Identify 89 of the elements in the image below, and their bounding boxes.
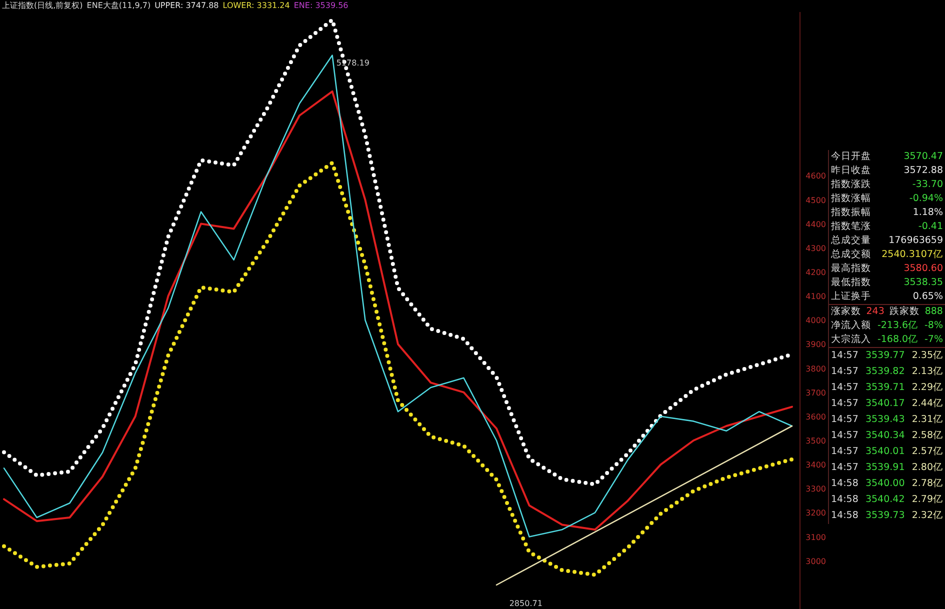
axis-label: 3800 [806, 364, 826, 374]
axis-label: 4000 [806, 316, 826, 326]
stat-value: 2540.3107亿 [882, 248, 943, 262]
stat-label: 今日开盘 [831, 150, 871, 164]
stat-label: 跌家数 [890, 305, 920, 319]
tick-time: 14:58 [831, 477, 858, 491]
axis-label: 3600 [806, 412, 826, 422]
stat-label: 指数笔涨 [831, 220, 871, 234]
tick-price: 3540.00 [865, 477, 905, 491]
stat-value: 1.18% [912, 206, 943, 220]
axis-label: 3200 [806, 508, 826, 518]
tick-amount: 2.80亿 [912, 461, 943, 475]
stat-value: -0.41 [918, 220, 943, 234]
price-label: 5178.19 [336, 58, 370, 68]
price-label: 2850.71 [509, 599, 542, 608]
flow-amount: -213.6亿 [877, 319, 918, 333]
stat-value: 3580.60 [904, 262, 943, 276]
axis-label: 3500 [806, 436, 826, 446]
stat-label: 涨家数 [831, 305, 861, 319]
tick-time: 14:57 [831, 413, 858, 427]
tick-time: 14:57 [831, 461, 858, 475]
stat-label: 总成交额 [831, 248, 871, 262]
stat-value: -0.94% [909, 192, 943, 206]
axis-label: 3400 [806, 460, 826, 470]
chart-title: LOWER: 3331.24 [222, 0, 290, 12]
tick-time: 14:57 [831, 429, 858, 443]
flow-amount: -168.0亿 [877, 333, 918, 347]
stat-label: 大宗流入 [831, 333, 871, 347]
stat-label: 最高指数 [831, 262, 871, 276]
tick-price: 3539.82 [865, 365, 905, 379]
stat-value: 3572.88 [904, 164, 943, 178]
up-count: 243 [866, 305, 884, 319]
tick-amount: 2.44亿 [912, 397, 943, 411]
tick-time: 14:58 [831, 509, 858, 523]
axis-label: 4200 [806, 268, 826, 277]
axis-label: 4300 [806, 244, 826, 253]
tick-price: 3540.34 [865, 429, 905, 443]
axis-label: 4400 [806, 220, 826, 229]
axis-label: 3900 [806, 340, 826, 350]
tick-amount: 2.58亿 [912, 429, 943, 443]
axis-label: 3700 [806, 388, 826, 398]
chart-title: ENE: 3539.56 [294, 0, 348, 12]
flow-ratio: -7% [924, 333, 943, 347]
tick-amount: 2.57亿 [912, 445, 943, 459]
tick-time: 14:57 [831, 349, 858, 363]
stat-value: 3570.47 [904, 150, 943, 164]
chart-title: ENE大盘(11,9,7) [86, 0, 151, 12]
tick-amount: 2.29亿 [912, 381, 943, 395]
tick-price: 3539.77 [865, 349, 905, 363]
tick-time: 14:57 [831, 397, 858, 411]
tick-price: 3540.42 [865, 493, 905, 507]
axis-label: 4100 [806, 292, 826, 302]
tick-amount: 2.32亿 [912, 509, 943, 523]
tick-amount: 2.13亿 [912, 365, 943, 379]
chart-title: 上证指数(日线,前复权) [2, 0, 83, 12]
tick-time: 14:57 [831, 365, 858, 379]
down-count: 888 [924, 305, 943, 319]
tick-time: 14:57 [831, 445, 858, 459]
stat-label: 净流入额 [831, 319, 871, 333]
stat-value: 176963659 [888, 234, 943, 248]
tick-time: 14:57 [831, 381, 858, 395]
stat-value: 3538.35 [904, 276, 943, 290]
stat-label: 指数涨跌 [831, 178, 871, 192]
stat-label: 总成交量 [831, 234, 871, 248]
stat-label: 昨日收盘 [831, 164, 871, 178]
stat-label: 上证换手 [831, 290, 871, 304]
tick-price: 3539.73 [865, 509, 905, 523]
stat-value: 0.65% [912, 290, 943, 304]
stat-label: 指数涨幅 [831, 192, 871, 206]
stat-value: -33.70 [912, 178, 943, 192]
tick-time: 14:58 [831, 493, 858, 507]
tick-amount: 2.31亿 [912, 413, 943, 427]
chart-title: UPPER: 3747.88 [154, 0, 219, 12]
axis-label: 3000 [806, 556, 826, 566]
stat-label: 最低指数 [831, 276, 871, 290]
tick-price: 3540.17 [865, 397, 905, 411]
axis-label: 3300 [806, 484, 826, 494]
tick-price: 3539.43 [865, 413, 905, 427]
axis-label: 4600 [806, 172, 826, 181]
tick-price: 3540.01 [865, 445, 905, 459]
stat-label: 指数振幅 [831, 206, 871, 220]
tick-amount: 2.79亿 [912, 493, 943, 507]
tick-amount: 2.35亿 [912, 349, 943, 363]
axis-label: 3100 [806, 532, 826, 542]
tick-price: 3539.91 [865, 461, 905, 475]
tick-price: 3539.71 [865, 381, 905, 395]
flow-ratio: -8% [924, 319, 943, 333]
tick-amount: 2.78亿 [912, 477, 943, 491]
axis-label: 4500 [806, 196, 826, 205]
